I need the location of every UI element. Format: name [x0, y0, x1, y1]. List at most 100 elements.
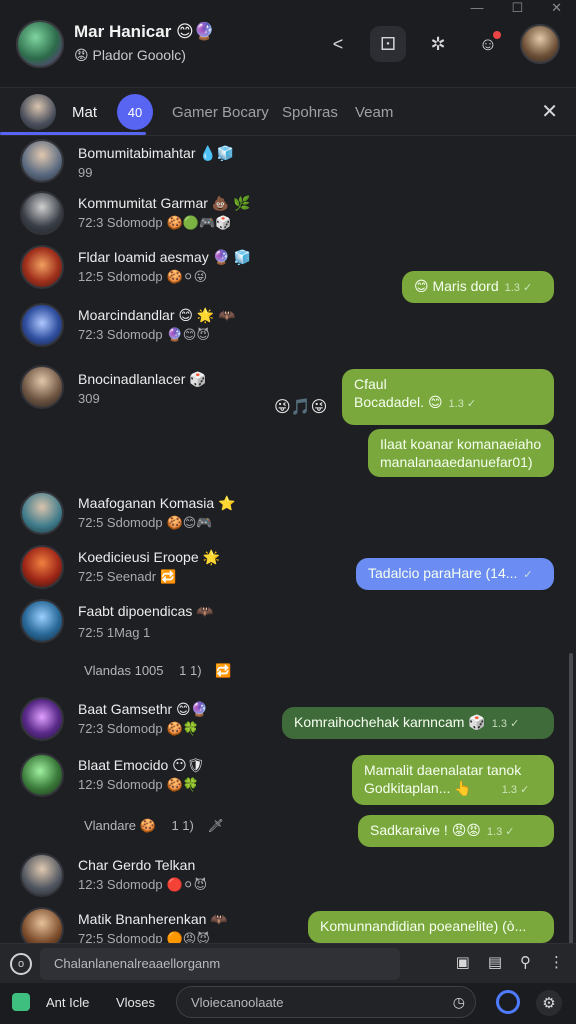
bottom-label-2[interactable]: Vloses [116, 995, 155, 1010]
record-button[interactable] [496, 990, 520, 1014]
dice-icon: ⚀ [380, 33, 396, 54]
contact-name: Blaat Emocido 😶🛡 [78, 757, 205, 773]
tab-me[interactable]: Mat [72, 104, 97, 121]
active-tab-indicator [0, 132, 146, 135]
contact-meta: 72:3 Sdomodp [78, 721, 163, 736]
contact-meta: 72:3 Sdomodp [78, 327, 163, 342]
tab-veam[interactable]: Veam [355, 104, 393, 121]
contact-name: Fldar Ioamid aesmay 🔮 🧊 [78, 249, 252, 265]
message-text: Cfaul [354, 376, 387, 392]
bottom-label-1[interactable]: Ant Icle [46, 995, 89, 1010]
contact-name: Baat Gamsethr 😊🔮 [78, 701, 209, 717]
contact-emoji: 🍪🟢🎮🎲 [166, 215, 232, 230]
read-tick: ✓ [523, 569, 533, 581]
scrollbar[interactable] [569, 653, 573, 943]
read-tick: 1.3 ✓ [504, 282, 533, 294]
share-icon: < [332, 33, 344, 54]
user-avatar[interactable] [520, 24, 560, 64]
contact-meta: 99 [78, 165, 93, 180]
profile-name: Mar Hanicar 😊🔮 [74, 22, 215, 41]
settings-button[interactable]: ⚙ [536, 990, 562, 1016]
message-bubble[interactable]: Komraihochehak karnncam 🎲 1.3 ✓ [282, 707, 554, 739]
message-bubble[interactable]: Sadkaraive ! 😡😡 1.3 ✓ [358, 815, 554, 847]
message-reactions[interactable]: 😜🎵😜 [274, 397, 327, 417]
avatar [20, 753, 64, 797]
clock-icon: ◷ [452, 994, 465, 1010]
message-text: manalanaaedanuefar01) [380, 453, 533, 470]
separator-icon: 🗡 [207, 818, 225, 833]
read-tick: 1.3 ✓ [486, 826, 515, 838]
minimize-button[interactable]: — [470, 0, 483, 16]
contact-name: Char Gerdo Telkan [78, 857, 196, 873]
settings-button[interactable]: ✲ [420, 26, 456, 62]
contact-name: Koedicieusi Eroope 🌟 [78, 549, 220, 565]
read-tick: 1.3 ✓ [491, 718, 520, 730]
avatar [20, 303, 64, 347]
contact-meta: 72:5 Sdomodp [78, 931, 163, 943]
contact-emoji: 🟠😡😈 [166, 931, 210, 943]
message-bubble[interactable]: 😊 Maris dord 1.3 ✓ [402, 271, 554, 303]
composer-actions: ▣ ▤ ⚲ ⋮ [456, 953, 564, 971]
avatar [20, 907, 64, 943]
maximize-button[interactable]: ☐ [511, 0, 523, 16]
message-input[interactable]: Chalanlanenalreaaellorganm [40, 948, 400, 980]
avatar [20, 139, 64, 183]
message-text: Ilaat koanar komanaeiaho [380, 436, 542, 452]
bottom-bar: Ant Icle Vloses Vloiecanoolaate ◷ ⚙ [0, 983, 576, 1024]
message-composer: o Chalanlanenalreaaellorganm ▣ ▤ ⚲ ⋮ [0, 943, 576, 983]
avatar [20, 697, 64, 741]
contact-emoji: 🍪⚪😜 [166, 269, 208, 284]
bottom-input-text: Vloiecanoolaate [191, 995, 284, 1010]
notifications-button[interactable]: ☺ [470, 26, 506, 62]
message-text: Bocadadel. 😊 [354, 393, 443, 410]
message-text: Komunnandidian poeanelite) (ò... [320, 918, 527, 934]
tab-gamer[interactable]: Gamer Bocary [172, 104, 269, 121]
window-controls: — ☐ ✕ [470, 0, 562, 16]
dice-button[interactable]: ⚀ [370, 26, 406, 62]
contact-name: Faabt dipoendicas 🦇 [78, 603, 214, 619]
close-window-button[interactable]: ✕ [551, 0, 562, 16]
tab-badge[interactable]: 40 [117, 94, 153, 130]
tab-spohras[interactable]: Spohras [282, 104, 338, 121]
separator-icon: 🔁 [215, 663, 232, 678]
contact-emoji: 🍪🍀 [166, 777, 199, 792]
message-text: 😊 Maris dord [414, 278, 499, 294]
more-icon[interactable]: ⋮ [549, 953, 564, 971]
image-icon[interactable]: ▣ [456, 953, 470, 971]
message-bubble[interactable]: Mamalit daenalatar tanok Godkitaplan... … [352, 755, 554, 805]
search-icon[interactable]: ⚲ [520, 953, 531, 971]
bottom-input[interactable]: Vloiecanoolaate ◷ [176, 986, 476, 1018]
avatar [20, 599, 64, 643]
message-bubble[interactable]: Ilaat koanar komanaeiaho manalanaaedanue… [368, 429, 554, 477]
contact-name: Matik Bnanherenkan 🦇 [78, 911, 228, 927]
date-separator: Vlandas 1005 1 1) 🔁 [84, 663, 231, 679]
share-button[interactable]: < [320, 26, 356, 62]
app-icon[interactable] [12, 993, 30, 1011]
profile-avatar[interactable] [16, 20, 64, 68]
contact-name: Maafoganan Komasia ⭐ [78, 495, 236, 511]
message-bubble[interactable]: Cfaul Bocadadel. 😊 1.3 ✓ [342, 369, 554, 425]
message-text: Sadkaraive ! 😡😡 [370, 822, 481, 838]
avatar [20, 853, 64, 897]
separator-count: 1 1) [179, 663, 202, 678]
settings-icon: ✲ [430, 33, 446, 54]
message-text: Tadalcio paraHare (14... [368, 565, 518, 581]
attach-button[interactable]: o [10, 953, 32, 975]
contact-meta: 72:3 Sdomodp [78, 215, 163, 230]
close-tab-button[interactable]: ✕ [541, 99, 558, 124]
date-separator: Vlandare 🍪 1 1) 🗡 [84, 818, 224, 834]
sticker-icon[interactable]: ▤ [488, 953, 502, 971]
header-actions: < ⚀ ✲ ☺ [320, 24, 560, 64]
avatar [20, 491, 64, 535]
contact-emoji: 🔮😊😈 [166, 327, 210, 342]
contact-meta: 72:5 Seenadr [78, 569, 157, 584]
message-bubble[interactable]: Tadalcio paraHare (14... ✓ [356, 558, 554, 590]
read-tick: 1.3 ✓ [448, 397, 477, 410]
contact-name: Bnocinadlanlacer 🎲 [78, 371, 207, 387]
avatar [20, 245, 64, 289]
message-bubble[interactable]: Komunnandidian poeanelite) (ò... [308, 911, 554, 943]
top-bar: — ☐ ✕ Mar Hanicar 😊🔮 😡 Plador Gooolc) < … [0, 0, 576, 88]
chat-list[interactable]: Bomumitabimahtar 💧🧊 99 Kommumitat Garmar… [0, 137, 576, 943]
contact-meta: 72:5 1Mag 1 [78, 625, 151, 640]
contact-meta: 309 [78, 391, 100, 406]
